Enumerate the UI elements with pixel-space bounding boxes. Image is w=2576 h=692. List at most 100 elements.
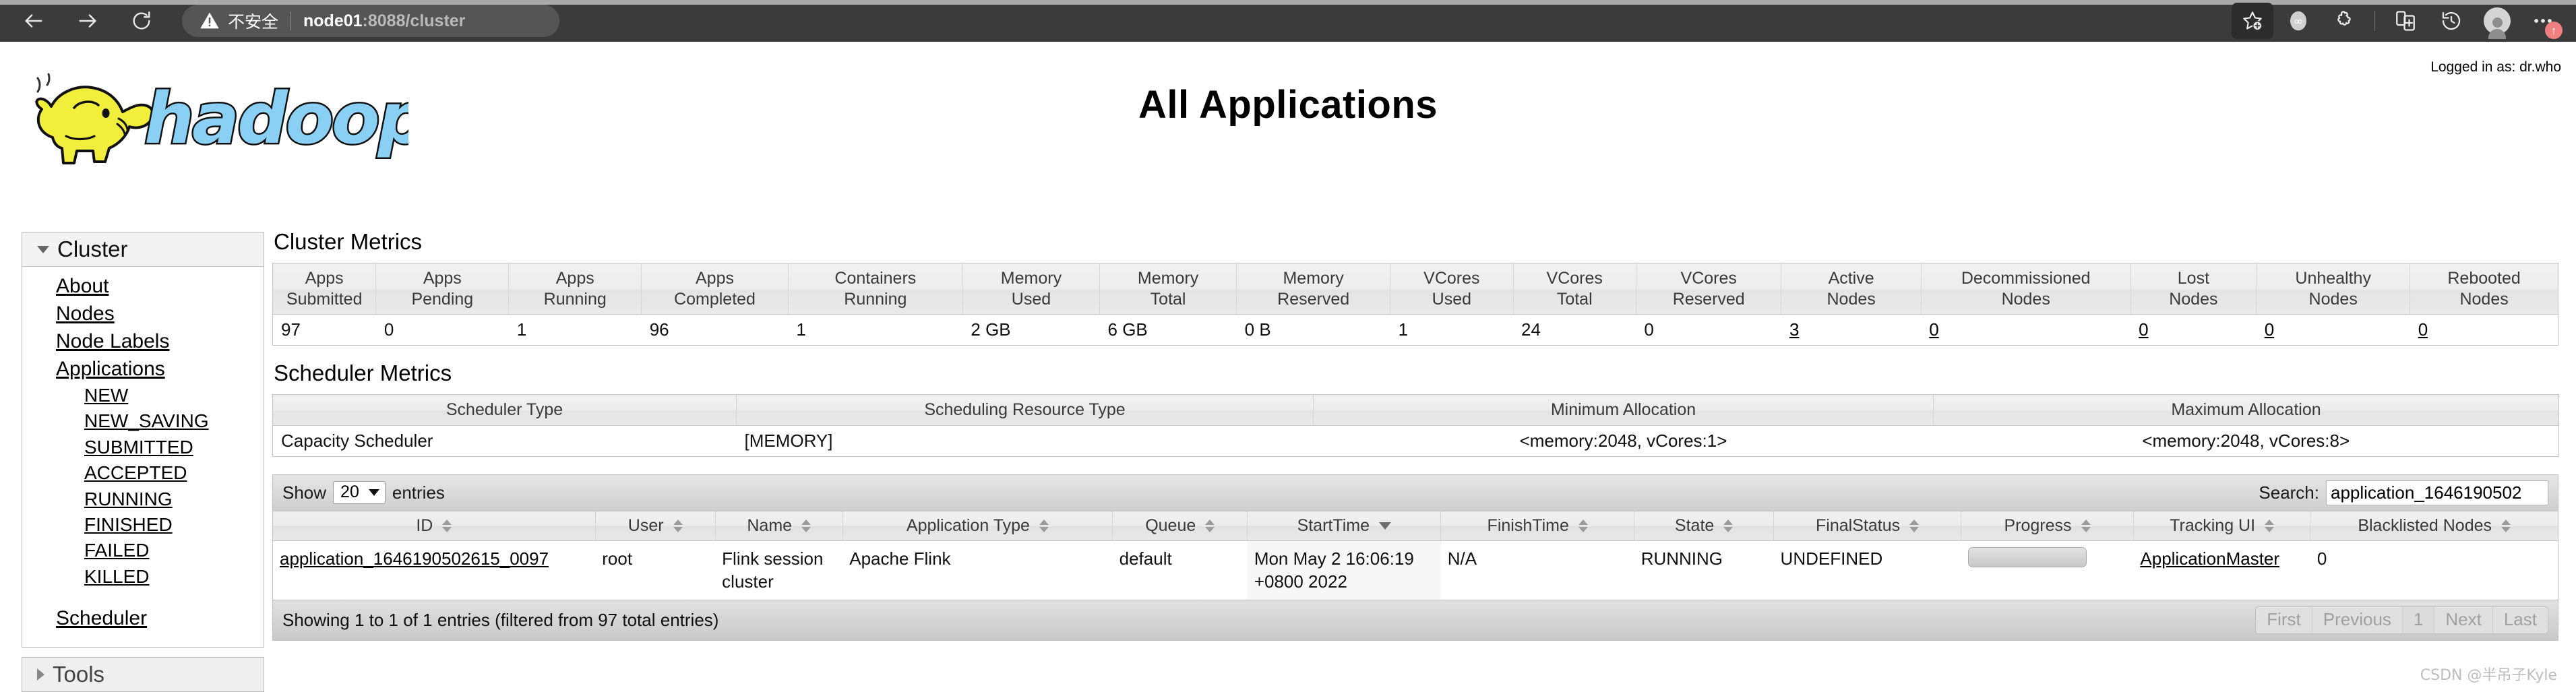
back-icon[interactable] bbox=[19, 6, 49, 36]
pagination-page-1[interactable]: 1 bbox=[2401, 607, 2434, 634]
sidebar-item-applications[interactable]: Applications bbox=[22, 355, 264, 383]
rebooted-nodes-link[interactable]: 0 bbox=[2418, 319, 2428, 340]
pagination-previous[interactable]: Previous bbox=[2311, 607, 2402, 634]
cluster-metrics-title: Cluster Metrics bbox=[274, 229, 423, 254]
sort-both-icon bbox=[2081, 519, 2091, 532]
sidebar-item-killed[interactable]: KILLED bbox=[22, 564, 264, 590]
cluster-panel-header[interactable]: Cluster bbox=[22, 232, 264, 267]
watermark: CSDN @半吊子Kyle bbox=[2420, 667, 2557, 684]
profile-avatar-icon[interactable] bbox=[2476, 3, 2518, 39]
sidebar-item-failed[interactable]: FAILED bbox=[22, 538, 264, 563]
application-id-link[interactable]: application_1646190502615_0097 bbox=[280, 548, 549, 569]
split-screen-icon[interactable] bbox=[2385, 3, 2426, 39]
sort-both-icon bbox=[1723, 519, 1734, 532]
th-finalstatus[interactable]: FinalStatus bbox=[1773, 511, 1961, 541]
cell-tracking-ui: ApplicationMaster bbox=[2133, 540, 2310, 600]
sort-both-icon bbox=[2265, 519, 2275, 532]
col-apps-running: Apps Running bbox=[508, 263, 642, 315]
val-lost-nodes: 0 bbox=[2130, 314, 2257, 346]
address-bar[interactable]: 不安全 node01 :8088/cluster bbox=[182, 5, 559, 37]
hdr-l1: Apps bbox=[696, 269, 734, 288]
sidebar-item-accepted[interactable]: ACCEPTED bbox=[22, 460, 264, 486]
col-decommissioned-nodes: Decommissioned Nodes bbox=[1920, 263, 2131, 315]
progress-bar bbox=[1967, 546, 2087, 567]
th-user[interactable]: User bbox=[594, 511, 716, 541]
sort-descending-icon bbox=[1378, 522, 1391, 530]
cluster-panel: Cluster About Nodes Node Labels Applicat… bbox=[22, 232, 264, 648]
hdr-l1: Apps bbox=[555, 269, 594, 288]
sidebar-item-about[interactable]: About bbox=[22, 272, 264, 300]
hdr-l1: Apps bbox=[423, 269, 462, 288]
pagination-next[interactable]: Next bbox=[2434, 607, 2492, 634]
th-starttime[interactable]: StartTime bbox=[1247, 511, 1441, 541]
th-tracking-ui[interactable]: Tracking UI bbox=[2133, 511, 2310, 541]
tracking-ui-link[interactable]: ApplicationMaster bbox=[2140, 548, 2279, 569]
col-vcores-reserved: VCores Reserved bbox=[1635, 263, 1781, 315]
col-unhealthy-nodes: Unhealthy Nodes bbox=[2256, 263, 2410, 315]
pagination-last[interactable]: Last bbox=[2492, 607, 2548, 634]
val-minimum-allocation: <memory:2048, vCores:1> bbox=[1313, 425, 1934, 457]
cell-starttime: Mon May 2 16:06:19 +0800 2022 bbox=[1247, 540, 1441, 600]
collections-infinity-icon[interactable]: ∞ bbox=[2277, 3, 2319, 39]
th-finishtime[interactable]: FinishTime bbox=[1440, 511, 1634, 541]
val-active-nodes: 3 bbox=[1781, 314, 1922, 346]
nav-buttons bbox=[19, 6, 156, 36]
active-nodes-link[interactable]: 3 bbox=[1789, 319, 1799, 340]
sidebar-item-scheduler[interactable]: Scheduler bbox=[22, 604, 264, 632]
scheduler-metrics-header-row: Scheduler Type Scheduling Resource Type … bbox=[272, 394, 2559, 426]
sidebar-item-finished[interactable]: FINISHED bbox=[22, 512, 264, 538]
col-apps-completed: Apps Completed bbox=[641, 263, 789, 315]
sidebar-item-node-labels[interactable]: Node Labels bbox=[22, 327, 264, 355]
cell-id: application_1646190502615_0097 bbox=[273, 540, 596, 600]
search-input[interactable] bbox=[2326, 480, 2548, 505]
hdr-l1: VCores bbox=[1680, 269, 1737, 288]
sidebar-item-new[interactable]: NEW bbox=[22, 383, 264, 408]
col-apps-pending: Apps Pending bbox=[375, 263, 509, 315]
reload-icon[interactable] bbox=[127, 6, 156, 36]
page-length-select[interactable]: 20 bbox=[333, 481, 386, 504]
logged-in-label: Logged in as: dr.who bbox=[2430, 59, 2561, 75]
col-rebooted-nodes: Rebooted Nodes bbox=[2410, 263, 2558, 315]
hdr-l2: Total bbox=[1150, 289, 1186, 309]
th-label: ID bbox=[416, 515, 433, 535]
hdr-l2: Nodes bbox=[2001, 289, 2050, 309]
sidebar-item-new-saving[interactable]: NEW_SAVING bbox=[22, 408, 264, 434]
hdr-l2: Nodes bbox=[2308, 289, 2358, 309]
history-icon[interactable] bbox=[2430, 3, 2472, 39]
th-id[interactable]: ID bbox=[273, 511, 596, 541]
th-label: Queue bbox=[1145, 515, 1196, 535]
cell-user: root bbox=[595, 540, 716, 600]
th-progress[interactable]: Progress bbox=[1961, 511, 2134, 541]
more-menu-icon[interactable]: ↑ bbox=[2522, 3, 2564, 39]
sidebar-item-running[interactable]: RUNNING bbox=[22, 486, 264, 512]
not-secure-warning-icon bbox=[200, 11, 220, 31]
col-active-nodes: Active Nodes bbox=[1781, 263, 1922, 315]
pagination-first[interactable]: First bbox=[2256, 607, 2312, 634]
th-queue[interactable]: Queue bbox=[1112, 511, 1248, 541]
toolbar-divider bbox=[2374, 11, 2375, 31]
decommissioned-nodes-link[interactable]: 0 bbox=[1929, 319, 1938, 340]
lost-nodes-link[interactable]: 0 bbox=[2139, 319, 2148, 340]
th-application-type[interactable]: Application Type bbox=[842, 511, 1113, 541]
scheduler-metrics-table: Scheduler Type Scheduling Resource Type … bbox=[272, 394, 2559, 457]
th-blacklisted-nodes[interactable]: Blacklisted Nodes bbox=[2310, 511, 2558, 541]
sidebar-item-nodes[interactable]: Nodes bbox=[22, 300, 264, 327]
sidebar-item-submitted[interactable]: SUBMITTED bbox=[22, 435, 264, 460]
val-scheduler-type: Capacity Scheduler bbox=[272, 425, 737, 457]
th-name[interactable]: Name bbox=[714, 511, 843, 541]
extensions-puzzle-icon[interactable] bbox=[2323, 3, 2365, 39]
forward-icon[interactable] bbox=[73, 6, 102, 36]
unhealthy-nodes-link[interactable]: 0 bbox=[2265, 319, 2274, 340]
cluster-panel-title: Cluster bbox=[57, 237, 128, 261]
show-label: Show bbox=[282, 482, 327, 503]
entries-label: entries bbox=[392, 482, 445, 503]
hdr-l2: Reserved bbox=[1277, 289, 1350, 309]
th-label: Name bbox=[747, 515, 793, 535]
th-state[interactable]: State bbox=[1634, 511, 1774, 541]
val-apps-pending: 0 bbox=[375, 314, 509, 346]
tools-panel-header[interactable]: Tools bbox=[22, 658, 264, 692]
tools-panel-title: Tools bbox=[53, 662, 105, 687]
favorite-star-icon[interactable] bbox=[2232, 3, 2273, 39]
